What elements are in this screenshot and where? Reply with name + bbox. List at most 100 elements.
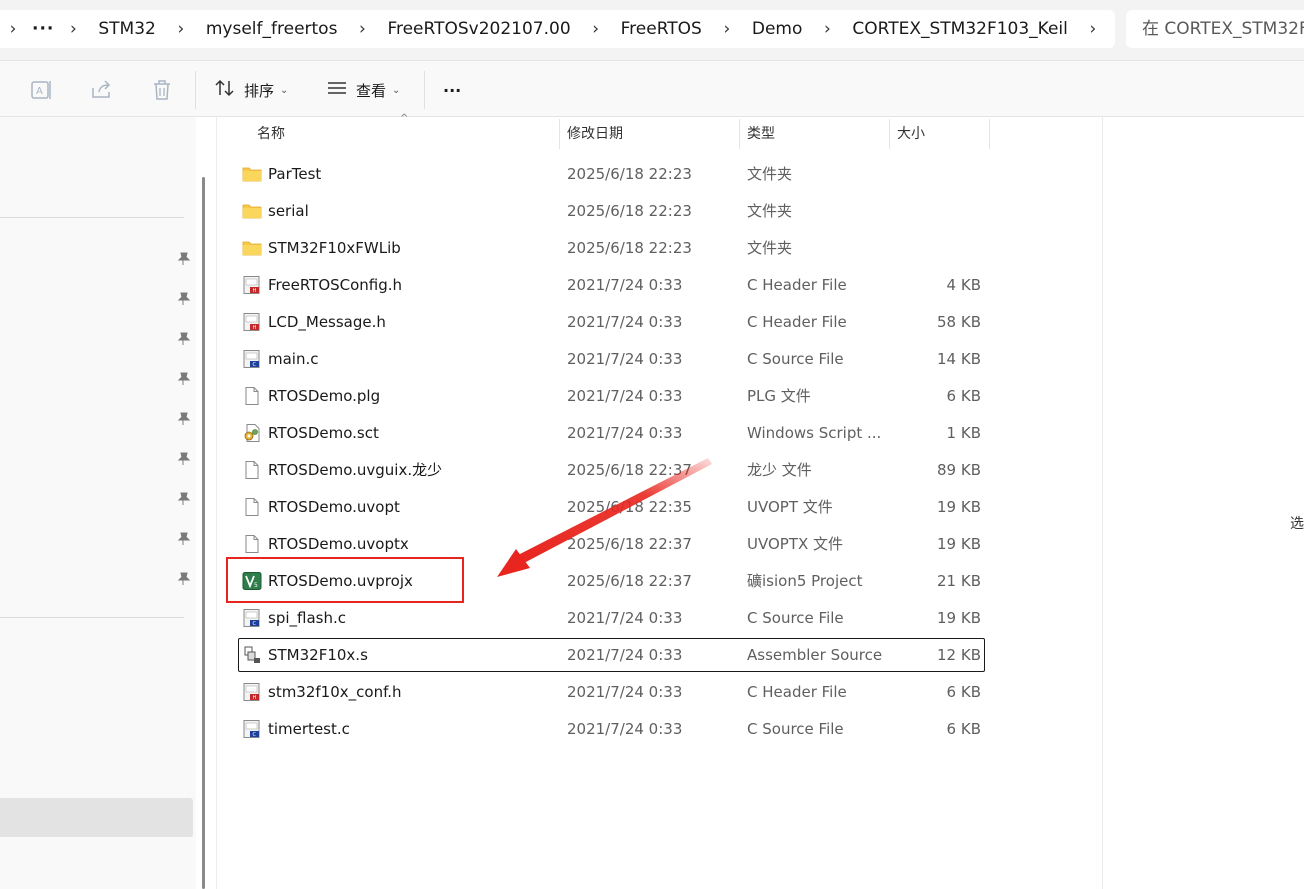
file-size: 19 KB bbox=[937, 535, 981, 553]
column-header-type[interactable]: 类型 bbox=[747, 117, 775, 151]
file-size: 89 KB bbox=[937, 461, 981, 479]
file-name: spi_flash.c bbox=[268, 609, 346, 627]
breadcrumb-item[interactable]: STM32 bbox=[86, 19, 167, 39]
breadcrumb[interactable]: › ··· › STM32 › myself_freertos › FreeRT… bbox=[0, 10, 1115, 48]
file-name: ParTest bbox=[268, 165, 322, 183]
rename-icon[interactable]: A bbox=[30, 79, 54, 101]
column-divider[interactable] bbox=[739, 119, 740, 149]
file-row[interactable]: RTOSDemo.plg 2021/7/24 0:33 PLG 文件 6 KB bbox=[238, 379, 985, 413]
column-divider[interactable] bbox=[889, 119, 890, 149]
chevron-right-icon[interactable]: › bbox=[349, 19, 375, 39]
blank-file-icon bbox=[242, 387, 262, 405]
file-row[interactable]: RTOSDemo.sct 2021/7/24 0:33 Windows Script… bbox=[238, 416, 985, 450]
sort-button[interactable]: 排序 ⌄ bbox=[214, 74, 288, 106]
file-modified-date: 2025/6/18 22:37 bbox=[567, 461, 692, 479]
breadcrumb-item[interactable]: myself_freertos bbox=[194, 19, 350, 39]
file-row[interactable]: ParTest 2025/6/18 22:23 文件夹 bbox=[238, 157, 985, 191]
file-list: ^ 名称 修改日期 类型 大小 ParTest 2025/6/18 22:23 文件… bbox=[217, 113, 1102, 889]
file-name: STM32F10x.s bbox=[268, 646, 368, 664]
view-label: 查看 bbox=[356, 81, 387, 100]
chevron-right-icon[interactable]: › bbox=[814, 19, 840, 39]
column-header-size[interactable]: 大小 bbox=[897, 117, 925, 151]
file-modified-date: 2021/7/24 0:33 bbox=[567, 646, 683, 664]
file-row[interactable]: Ctimertest.c 2021/7/24 0:33 C Source File 6… bbox=[238, 712, 985, 746]
search-input[interactable]: 在 CORTEX_STM32F1 bbox=[1126, 10, 1304, 48]
file-row[interactable]: serial 2025/6/18 22:23 文件夹 bbox=[238, 194, 985, 228]
sort-label: 排序 bbox=[244, 81, 275, 100]
blank-file-icon bbox=[242, 498, 262, 516]
chevron-down-icon: ⌄ bbox=[280, 84, 289, 96]
breadcrumb-item[interactable]: Demo bbox=[740, 19, 815, 39]
file-modified-date: 2021/7/24 0:33 bbox=[567, 683, 683, 701]
c-source-file-icon: C bbox=[242, 720, 262, 738]
pin-icon[interactable] bbox=[176, 251, 191, 265]
column-header-date[interactable]: 修改日期 bbox=[567, 117, 623, 151]
column-divider[interactable] bbox=[989, 119, 990, 149]
nav-scrollbar[interactable] bbox=[202, 177, 205, 889]
file-type: 文件夹 bbox=[747, 165, 793, 183]
column-header-name[interactable]: 名称 bbox=[257, 117, 285, 151]
share-icon[interactable] bbox=[90, 79, 114, 101]
column-divider[interactable] bbox=[559, 119, 560, 149]
file-type: 文件夹 bbox=[747, 239, 793, 257]
svg-text:A: A bbox=[36, 86, 43, 97]
view-button[interactable]: 查看 ⌄ bbox=[326, 74, 400, 106]
file-name: RTOSDemo.uvopt bbox=[268, 498, 400, 516]
file-row[interactable]: H FreeRTOSConfig.h 2021/7/24 0:33 C Header … bbox=[238, 268, 985, 302]
file-row[interactable]: H LCD_Message.h 2021/7/24 0:33 C Header Fil… bbox=[238, 305, 985, 339]
file-size: 19 KB bbox=[937, 498, 981, 516]
chevron-right-icon[interactable]: › bbox=[1080, 19, 1106, 39]
c-header-file-icon: H bbox=[242, 276, 262, 294]
svg-text:C: C bbox=[253, 362, 257, 368]
c-source-file-icon: C bbox=[242, 609, 262, 627]
file-type: 礦ision5 Project bbox=[747, 572, 863, 590]
file-row[interactable]: STM32F10xFWLib 2025/6/18 22:23 文件夹 bbox=[238, 231, 985, 265]
file-row[interactable]: STM32F10x.s 2021/7/24 0:33 Assembler Sourc… bbox=[238, 638, 985, 672]
highlight-box bbox=[226, 557, 464, 603]
file-row[interactable]: RTOSDemo.uvguix.龙少 2025/6/18 22:37 龙少 文件 89… bbox=[238, 453, 985, 487]
file-type: UVOPTX 文件 bbox=[747, 535, 844, 553]
script-file-icon bbox=[242, 424, 262, 442]
pin-icon[interactable] bbox=[176, 371, 191, 385]
nav-divider bbox=[0, 617, 184, 618]
file-row[interactable]: Cmain.c 2021/7/24 0:33 C Source File 14 KB bbox=[238, 342, 985, 376]
address-bar-area: › ··· › STM32 › myself_freertos › FreeRT… bbox=[0, 0, 1304, 60]
nav-item-selected[interactable] bbox=[0, 798, 193, 837]
more-options-button[interactable]: ··· bbox=[443, 74, 461, 106]
file-type: Assembler Source bbox=[747, 646, 883, 664]
chevron-right-icon[interactable]: › bbox=[168, 19, 194, 39]
breadcrumb-item[interactable]: FreeRTOSv202107.00 bbox=[375, 19, 582, 39]
pin-icon[interactable] bbox=[176, 491, 191, 505]
c-source-file-icon: C bbox=[242, 350, 262, 368]
pin-icon[interactable] bbox=[176, 411, 191, 425]
svg-text:H: H bbox=[253, 695, 257, 701]
chevron-right-icon[interactable]: › bbox=[583, 19, 609, 39]
file-name: RTOSDemo.sct bbox=[268, 424, 379, 442]
file-row[interactable]: RTOSDemo.uvopt 2025/6/18 22:35 UVOPT 文件 19 … bbox=[238, 490, 985, 524]
breadcrumb-item-current[interactable]: CORTEX_STM32F103_Keil bbox=[840, 19, 1080, 39]
file-row[interactable]: Hstm32f10x_conf.h 2021/7/24 0:33 C Header … bbox=[238, 675, 985, 709]
toolbar-divider bbox=[195, 71, 196, 109]
file-modified-date: 2025/6/18 22:23 bbox=[567, 165, 692, 183]
pin-icon[interactable] bbox=[176, 291, 191, 305]
pin-icon[interactable] bbox=[176, 451, 191, 465]
chevron-right-icon[interactable]: › bbox=[714, 19, 740, 39]
pin-icon[interactable] bbox=[176, 571, 191, 585]
pin-icon[interactable] bbox=[176, 331, 191, 345]
navigation-pane bbox=[0, 117, 196, 889]
file-name: FreeRTOSConfig.h bbox=[268, 276, 403, 294]
chevron-right-icon[interactable]: › bbox=[0, 19, 26, 39]
breadcrumb-overflow-button[interactable]: ··· bbox=[26, 19, 60, 39]
file-row[interactable]: Cspi_flash.c 2021/7/24 0:33 C Source File 1… bbox=[238, 601, 985, 635]
file-modified-date: 2025/6/18 22:37 bbox=[567, 535, 692, 553]
breadcrumb-item[interactable]: FreeRTOS bbox=[609, 19, 714, 39]
pin-icon[interactable] bbox=[176, 531, 191, 545]
file-size: 1 KB bbox=[946, 424, 981, 442]
file-size: 6 KB bbox=[946, 683, 981, 701]
file-modified-date: 2021/7/24 0:33 bbox=[567, 387, 683, 405]
view-list-icon bbox=[326, 78, 348, 102]
delete-icon[interactable] bbox=[150, 79, 174, 101]
chevron-right-icon[interactable]: › bbox=[60, 19, 86, 39]
file-type: Windows Script ... bbox=[747, 424, 882, 442]
file-row[interactable]: RTOSDemo.uvoptx 2025/6/18 22:37 UVOPTX 文件 1… bbox=[238, 527, 985, 561]
